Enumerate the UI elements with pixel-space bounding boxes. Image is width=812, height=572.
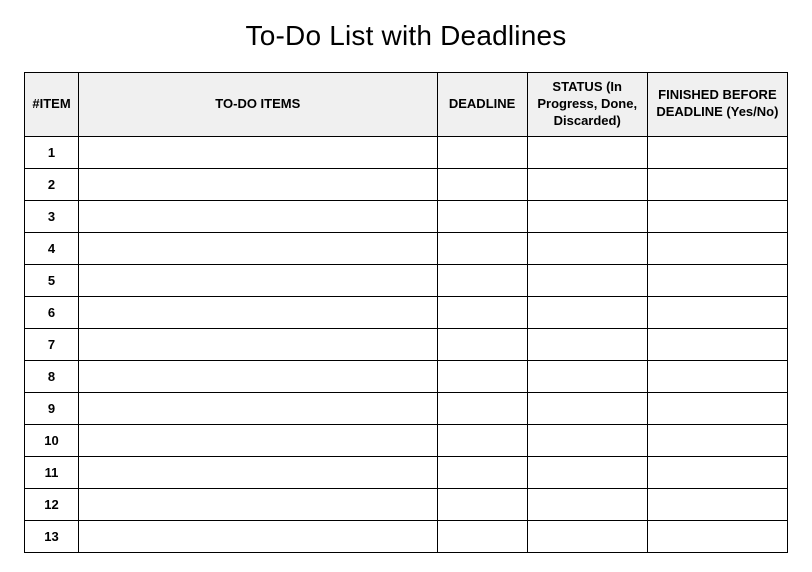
cell-deadline (437, 264, 527, 296)
cell-num: 8 (25, 360, 79, 392)
table-row: 5 (25, 264, 788, 296)
cell-finished (647, 424, 787, 456)
cell-todo (79, 264, 437, 296)
cell-num: 13 (25, 520, 79, 552)
cell-status (527, 360, 647, 392)
cell-todo (79, 520, 437, 552)
cell-num: 10 (25, 424, 79, 456)
cell-finished (647, 392, 787, 424)
page-container: To-Do List with Deadlines #ITEM TO-DO IT… (0, 0, 812, 553)
cell-deadline (437, 200, 527, 232)
cell-finished (647, 200, 787, 232)
cell-deadline (437, 520, 527, 552)
table-row: 6 (25, 296, 788, 328)
cell-finished (647, 296, 787, 328)
table-header-row: #ITEM TO-DO ITEMS DEADLINE STATUS (In Pr… (25, 73, 788, 137)
cell-deadline (437, 328, 527, 360)
cell-status (527, 328, 647, 360)
cell-status (527, 136, 647, 168)
cell-status (527, 200, 647, 232)
table-row: 10 (25, 424, 788, 456)
cell-todo (79, 328, 437, 360)
cell-todo (79, 168, 437, 200)
cell-finished (647, 360, 787, 392)
table-row: 2 (25, 168, 788, 200)
cell-status (527, 168, 647, 200)
header-status: STATUS (In Progress, Done, Discarded) (527, 73, 647, 137)
cell-num: 6 (25, 296, 79, 328)
cell-deadline (437, 392, 527, 424)
cell-finished (647, 264, 787, 296)
cell-finished (647, 520, 787, 552)
table-row: 11 (25, 456, 788, 488)
cell-deadline (437, 136, 527, 168)
cell-deadline (437, 360, 527, 392)
cell-status (527, 296, 647, 328)
cell-status (527, 232, 647, 264)
table-row: 12 (25, 488, 788, 520)
header-finished: FINISHED BEFORE DEADLINE (Yes/No) (647, 73, 787, 137)
cell-finished (647, 232, 787, 264)
cell-deadline (437, 168, 527, 200)
table-row: 4 (25, 232, 788, 264)
cell-num: 3 (25, 200, 79, 232)
table-row: 9 (25, 392, 788, 424)
cell-status (527, 488, 647, 520)
cell-deadline (437, 488, 527, 520)
cell-status (527, 456, 647, 488)
cell-deadline (437, 456, 527, 488)
table-body: 1 2 3 4 (25, 136, 788, 552)
cell-status (527, 392, 647, 424)
cell-num: 1 (25, 136, 79, 168)
cell-todo (79, 232, 437, 264)
cell-todo (79, 136, 437, 168)
cell-todo (79, 360, 437, 392)
cell-deadline (437, 424, 527, 456)
header-todo: TO-DO ITEMS (79, 73, 437, 137)
cell-todo (79, 424, 437, 456)
cell-num: 4 (25, 232, 79, 264)
cell-status (527, 264, 647, 296)
cell-finished (647, 168, 787, 200)
cell-finished (647, 488, 787, 520)
cell-num: 7 (25, 328, 79, 360)
table-row: 7 (25, 328, 788, 360)
cell-finished (647, 328, 787, 360)
cell-todo (79, 456, 437, 488)
cell-status (527, 424, 647, 456)
cell-todo (79, 296, 437, 328)
header-item: #ITEM (25, 73, 79, 137)
cell-num: 9 (25, 392, 79, 424)
cell-deadline (437, 296, 527, 328)
cell-num: 2 (25, 168, 79, 200)
table-row: 1 (25, 136, 788, 168)
cell-deadline (437, 232, 527, 264)
header-deadline: DEADLINE (437, 73, 527, 137)
page-title: To-Do List with Deadlines (24, 20, 788, 52)
cell-num: 5 (25, 264, 79, 296)
cell-todo (79, 392, 437, 424)
todo-table: #ITEM TO-DO ITEMS DEADLINE STATUS (In Pr… (24, 72, 788, 553)
cell-status (527, 520, 647, 552)
table-row: 13 (25, 520, 788, 552)
cell-num: 11 (25, 456, 79, 488)
cell-finished (647, 136, 787, 168)
table-row: 8 (25, 360, 788, 392)
table-row: 3 (25, 200, 788, 232)
cell-finished (647, 456, 787, 488)
cell-num: 12 (25, 488, 79, 520)
cell-todo (79, 488, 437, 520)
cell-todo (79, 200, 437, 232)
